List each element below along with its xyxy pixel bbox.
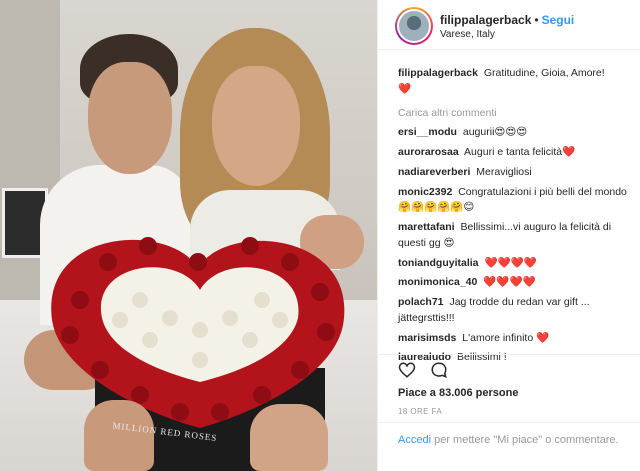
caption-username[interactable]: filippalagerback	[398, 67, 478, 79]
post-header: filippalagerback • Segui Varese, Italy	[378, 0, 640, 50]
login-prompt: Accedi per mettere "Mi piace" o commenta…	[378, 422, 640, 471]
comment-username[interactable]: ersi__modu	[398, 126, 457, 138]
caption-heart-emoji: ❤️	[398, 82, 412, 95]
login-link[interactable]: Accedi	[398, 434, 431, 446]
avatar[interactable]	[397, 9, 431, 43]
comment-text: L'amore infinito ❤️	[462, 331, 550, 344]
login-prompt-text: per mettere "Mi piace" o commentare.	[434, 434, 619, 446]
comment-text: ❤️❤️❤️❤️	[483, 276, 536, 289]
comment-text: augurii😍😍😍	[462, 126, 528, 139]
comment-text: ❤️❤️❤️❤️	[484, 256, 537, 269]
login-text-wrapper: Accedi per mettere "Mi piace" o commenta…	[398, 433, 628, 449]
roses-heart-illustration	[51, 237, 345, 428]
woman-hand	[250, 404, 328, 471]
heart-outline-icon[interactable]	[398, 361, 416, 379]
comment-item: aurorarosaa Auguri e tanta felicità❤️	[398, 145, 634, 161]
comment-item: toniandguyitalia ❤️❤️❤️❤️	[398, 256, 634, 272]
comment-text: Meravigliosi	[476, 165, 532, 178]
comment-item: ersi__modu augurii😍😍😍	[398, 125, 634, 141]
post-timestamp: 18 ORE FA	[398, 407, 443, 416]
likes-count[interactable]: Piace a 83.006 persone	[398, 387, 518, 399]
comment-username[interactable]: toniandguyitalia	[398, 257, 479, 269]
follow-button[interactable]: Segui	[542, 13, 575, 27]
comment-username[interactable]: polach71	[398, 296, 444, 308]
man-hand	[84, 400, 154, 471]
comments-list: filippalagerback Gratitudine, Gioia, Amo…	[398, 66, 634, 370]
comment-username[interactable]: marettafani	[398, 221, 455, 233]
header-line: filippalagerback • Segui	[440, 13, 574, 27]
caption-text: Gratitudine, Gioia, Amore!	[483, 67, 605, 79]
comment-text: Auguri e tanta felicità❤️	[464, 146, 576, 158]
post-photo[interactable]: MILLION RED ROSES	[0, 0, 377, 471]
comment-item: nadiareverberi Meravigliosi	[398, 165, 634, 181]
story-ring[interactable]	[395, 7, 433, 45]
comment-item: monimonica_40 ❤️❤️❤️❤️	[398, 275, 634, 291]
comment-item: polach71 Jag trodde du redan var gift ..…	[398, 295, 634, 327]
comment-username[interactable]: monimonica_40	[398, 276, 477, 288]
comment-item: monic2392 Congratulazioni i più belli de…	[398, 185, 634, 217]
comment-item: marettafani Bellissimi...vi auguro la fe…	[398, 220, 634, 252]
post-caption: filippalagerback Gratitudine, Gioia, Amo…	[398, 66, 634, 98]
load-more-comments-button[interactable]: Carica altri commenti	[398, 106, 634, 122]
comment-username[interactable]: aurorarosaa	[398, 146, 459, 158]
header-username[interactable]: filippalagerback	[440, 13, 531, 27]
speech-bubble-icon[interactable]	[430, 361, 448, 379]
comment-username[interactable]: marisimsds	[398, 332, 456, 344]
post-side-panel: filippalagerback • Segui Varese, Italy fil…	[377, 0, 640, 471]
action-bar	[378, 354, 640, 384]
comment-item: marisimsds L'amore infinito ❤️	[398, 331, 634, 347]
separator-dot: •	[534, 13, 539, 27]
location-link[interactable]: Varese, Italy	[440, 29, 495, 40]
comment-username[interactable]: monic2392	[398, 186, 452, 198]
comment-username[interactable]: nadiareverberi	[398, 166, 470, 178]
